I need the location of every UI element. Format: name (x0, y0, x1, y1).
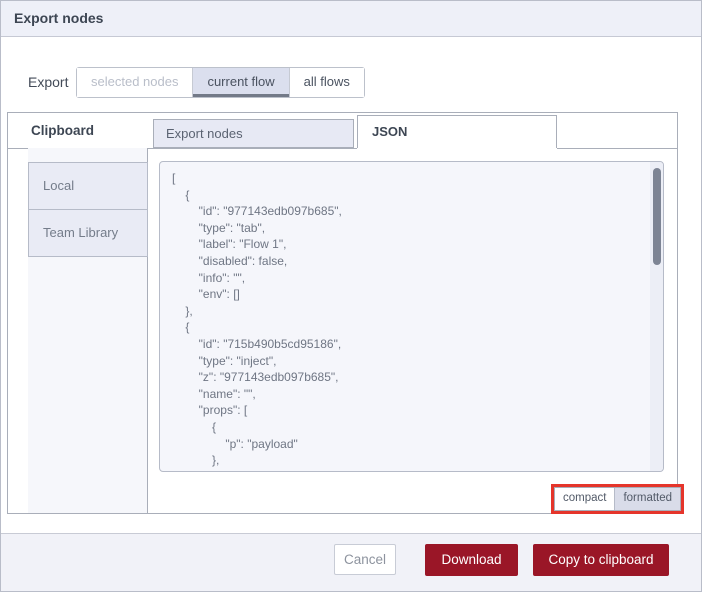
scope-option-selected-nodes[interactable]: selected nodes (77, 68, 193, 97)
format-toggle-group: compact formatted (554, 487, 682, 511)
tabbar-divider (557, 148, 677, 149)
json-line: "disabled": false, (172, 253, 288, 268)
json-code: [ { "id": "977143edb097b685", "type": "t… (160, 162, 650, 471)
copy-to-clipboard-button[interactable]: Copy to clipboard (533, 544, 669, 576)
tab-export-nodes[interactable]: Export nodes (153, 119, 354, 148)
json-line: "type": "inject", (172, 353, 277, 368)
scope-option-current-flow[interactable]: current flow (192, 68, 289, 97)
json-line: { (172, 187, 190, 202)
export-scope-label: Export (28, 74, 69, 90)
format-formatted-button[interactable]: formatted (614, 488, 681, 510)
export-scope-group: selected nodes current flow all flows (76, 67, 365, 98)
scope-option-all-flows[interactable]: all flows (288, 68, 364, 97)
dialog-footer: Cancel Download Copy to clipboard (1, 533, 701, 591)
sidebar-item-local[interactable]: Local (28, 162, 148, 210)
sidebar-item-team-library[interactable]: Team Library (28, 209, 148, 257)
json-textarea[interactable]: [ { "id": "977143edb097b685", "type": "t… (159, 161, 664, 472)
dialog-header: Export nodes (1, 1, 701, 37)
cancel-button[interactable]: Cancel (334, 544, 396, 575)
json-line: "name": "", (172, 386, 256, 401)
scrollbar[interactable] (650, 162, 663, 471)
dialog-title: Export nodes (14, 10, 104, 26)
json-line: [ (172, 171, 176, 185)
export-dialog: Export nodes Export selected nodes curre… (0, 0, 702, 592)
json-line: "info": "", (172, 270, 246, 285)
tab-json[interactable]: JSON (357, 115, 557, 148)
json-line: "id": "715b490b5cd95186", (172, 336, 342, 351)
json-line: "id": "977143edb097b685", (172, 204, 342, 219)
clipboard-section-label: Clipboard (31, 123, 94, 138)
json-line: }, (172, 303, 193, 318)
format-compact-button[interactable]: compact (555, 488, 615, 510)
scrollbar-thumb[interactable] (653, 168, 661, 265)
json-line: }, (172, 453, 220, 468)
json-line: "type": "tab", (172, 220, 266, 235)
json-line: "env": [] (172, 287, 240, 302)
export-panel: Clipboard Export nodes JSON Local Team L… (7, 112, 685, 514)
annotation-highlight: compact formatted (551, 484, 685, 514)
download-button[interactable]: Download (425, 544, 518, 576)
json-line: "label": "Flow 1", (172, 237, 287, 252)
json-line: { (172, 419, 217, 434)
json-line: { (172, 320, 190, 335)
json-line: "z": "977143edb097b685", (172, 370, 339, 385)
json-line: "p": "payload" (172, 436, 298, 451)
json-line: "props": [ (172, 403, 248, 418)
